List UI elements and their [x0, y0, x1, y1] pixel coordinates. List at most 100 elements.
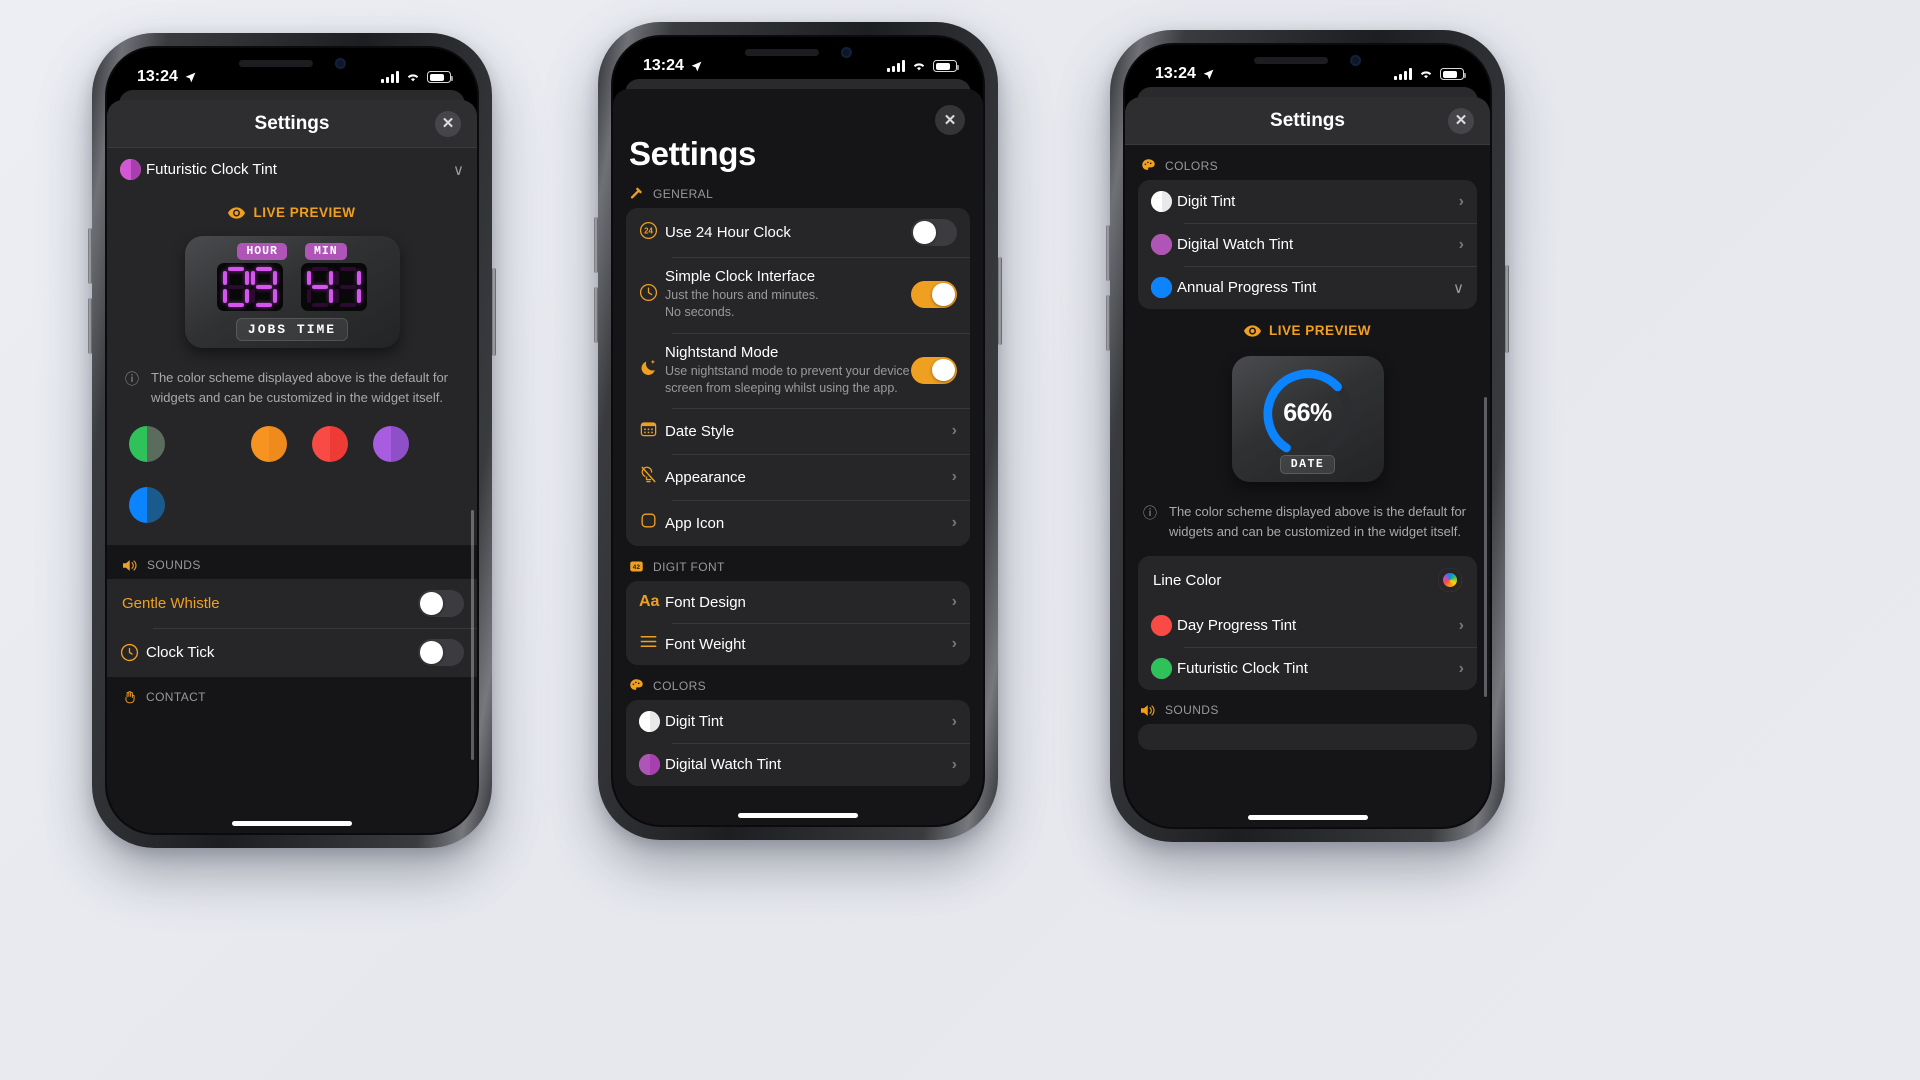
close-button[interactable]: ✕ [935, 105, 965, 135]
chevron-right-icon[interactable]: › [1459, 660, 1464, 678]
screenshot-stage: 13:24 Settings ✕ Futuristic Clock Tint ∨… [0, 0, 1920, 1080]
chevron-right-icon[interactable]: › [952, 422, 957, 440]
color-swatch-blue[interactable] [129, 487, 165, 524]
phone3-scrollbar[interactable] [1484, 397, 1487, 697]
chevron-right-icon[interactable]: › [952, 713, 957, 731]
row-day-progress-tint[interactable]: Day Progress Tint › [1138, 604, 1477, 647]
phone3-scroll-area[interactable]: COLORS Digit Tint › Digital Watch Tint › A… [1125, 145, 1490, 827]
row-label: Nightstand Mode [665, 343, 779, 361]
color-swatch-green[interactable] [129, 426, 165, 463]
row-clock-tick[interactable]: Clock Tick [107, 628, 477, 677]
chevron-right-icon[interactable]: › [952, 468, 957, 486]
phone2-scroll-area[interactable]: Settings GENERAL 24 Use 24 Hour Clock Sim… [613, 89, 983, 825]
tint-swatch-icon [1151, 234, 1172, 255]
min-chip: MIN [304, 243, 347, 260]
earpiece-speaker [744, 48, 819, 56]
row-font-weight[interactable]: Font Weight › [626, 623, 970, 665]
rainbow-ring-icon[interactable] [1438, 568, 1462, 593]
phone2-settings-sheet: ✕ Settings GENERAL 24 Use 24 Hour Clock S… [613, 89, 983, 825]
row-label: Font Weight [665, 635, 746, 653]
chevron-right-icon[interactable]: › [952, 593, 957, 611]
location-arrow-icon [691, 61, 702, 71]
row-label: Digital Watch Tint [665, 756, 782, 773]
phone3-volume-up[interactable] [1106, 225, 1110, 281]
section-label: GENERAL [653, 186, 714, 201]
phone2-volume-down[interactable] [594, 287, 598, 343]
simple-clock-interface-toggle[interactable] [911, 281, 957, 309]
row-simple-clock-interface[interactable]: Simple Clock Interface Just the hours and… [626, 257, 970, 333]
42-badge-icon: 42 [629, 559, 644, 574]
phone1-volume-up[interactable] [88, 228, 92, 284]
row-date-style[interactable]: Date Style › [626, 408, 970, 454]
phone-device-3: 13:24 Settings ✕ COLORS Digit Tint › Dig… [1106, 30, 1509, 842]
section-header-digit-font: 42 DIGIT FONT [613, 546, 983, 581]
clock-tick-toggle[interactable] [418, 639, 464, 667]
row-annual-progress-tint[interactable]: Annual Progress Tint ∨ [1138, 266, 1477, 309]
chevron-right-icon[interactable]: › [952, 514, 957, 532]
row-digital-watch-tint[interactable]: Digital Watch Tint › [626, 743, 970, 786]
jobs-time-badge: JOBS TIME [235, 318, 349, 341]
row-appearance[interactable]: Appearance › [626, 454, 970, 500]
nightstand-mode-toggle[interactable] [911, 356, 957, 384]
row-use-24-hour-clock[interactable]: 24 Use 24 Hour Clock [626, 208, 970, 257]
phone3-volume-down[interactable] [1106, 295, 1110, 351]
gentle-whistle-toggle[interactable] [418, 590, 464, 618]
use-24-hour-clock-toggle[interactable] [911, 219, 957, 246]
phone1-power[interactable] [492, 268, 496, 356]
front-camera-icon [334, 57, 346, 69]
color-swatch-grid[interactable] [107, 420, 477, 545]
color-swatch-red[interactable] [312, 426, 348, 463]
close-button[interactable]: ✕ [1448, 107, 1474, 134]
speaker-icon [1141, 704, 1156, 717]
page-title: Settings [1270, 109, 1345, 131]
seven-segment-digit [251, 267, 277, 307]
row-futuristic-clock-tint[interactable]: Futuristic Clock Tint ∨ [107, 148, 477, 191]
row-gentle-whistle[interactable]: Gentle Whistle [107, 579, 477, 628]
status-time: 13:24 [137, 68, 178, 85]
row-label: Digital Watch Tint [1177, 236, 1294, 253]
progress-percent-label: 66% [1283, 399, 1332, 427]
hour-chip: HOUR [237, 243, 287, 260]
tint-swatch-icon [639, 711, 660, 732]
phone3-power[interactable] [1505, 265, 1509, 353]
live-preview-header: LIVE PREVIEW [1125, 309, 1490, 348]
row-digit-tint[interactable]: Digit Tint › [626, 700, 970, 743]
chevron-right-icon[interactable]: › [952, 756, 957, 774]
phone2-power[interactable] [998, 257, 1002, 345]
row-digital-watch-tint[interactable]: Digital Watch Tint › [1138, 223, 1477, 266]
phone1-scroll-area[interactable]: Futuristic Clock Tint ∨ LIVE PREVIEW HOU… [107, 148, 477, 833]
row-label: Gentle Whistle [122, 595, 220, 613]
row-line-color[interactable]: Line Color [1138, 556, 1477, 604]
close-button[interactable]: ✕ [435, 110, 461, 137]
futuristic-tint-group: Futuristic Clock Tint ∨ [107, 148, 477, 191]
chevron-down-icon[interactable]: ∨ [1453, 279, 1464, 297]
color-swatch-yellow[interactable] [190, 426, 226, 462]
chevron-right-icon[interactable]: › [952, 635, 957, 653]
phone1-volume-down[interactable] [88, 298, 92, 354]
tint-swatch-icon [639, 754, 660, 775]
clock-icon [639, 283, 658, 307]
color-swatch-orange[interactable] [251, 426, 287, 463]
tint-swatch-icon [1151, 658, 1172, 680]
phone3-tint-rows: Day Progress Tint › Futuristic Clock Tin… [1138, 604, 1477, 690]
large-page-title: Settings [629, 135, 756, 172]
chevron-down-icon[interactable]: ∨ [453, 161, 464, 179]
row-nightstand-mode[interactable]: Nightstand Mode Use nightstand mode to pr… [626, 332, 970, 409]
row-app-icon[interactable]: App Icon › [626, 500, 970, 546]
row-font-design[interactable]: Aa Font Design › [626, 581, 970, 623]
row-digit-tint[interactable]: Digit Tint › [1138, 180, 1477, 223]
home-indicator [738, 813, 858, 818]
settings-group: Aa Font Design › Font Weight › [626, 581, 970, 665]
chevron-right-icon[interactable]: › [1459, 617, 1464, 635]
row-futuristic-clock-tint[interactable]: Futuristic Clock Tint › [1138, 647, 1477, 690]
row-label: Digit Tint [665, 713, 724, 730]
phone3-settings-sheet: Settings ✕ COLORS Digit Tint › Digital W… [1125, 97, 1490, 827]
chevron-right-icon[interactable]: › [1459, 193, 1464, 211]
section-label: COLORS [653, 678, 707, 693]
color-swatch-purple[interactable] [373, 426, 409, 463]
section-header-general: GENERAL [613, 173, 983, 208]
phone3-notch [1223, 45, 1392, 75]
phone1-scrollbar[interactable] [471, 510, 474, 760]
chevron-right-icon[interactable]: › [1459, 236, 1464, 254]
phone2-volume-up[interactable] [594, 217, 598, 273]
